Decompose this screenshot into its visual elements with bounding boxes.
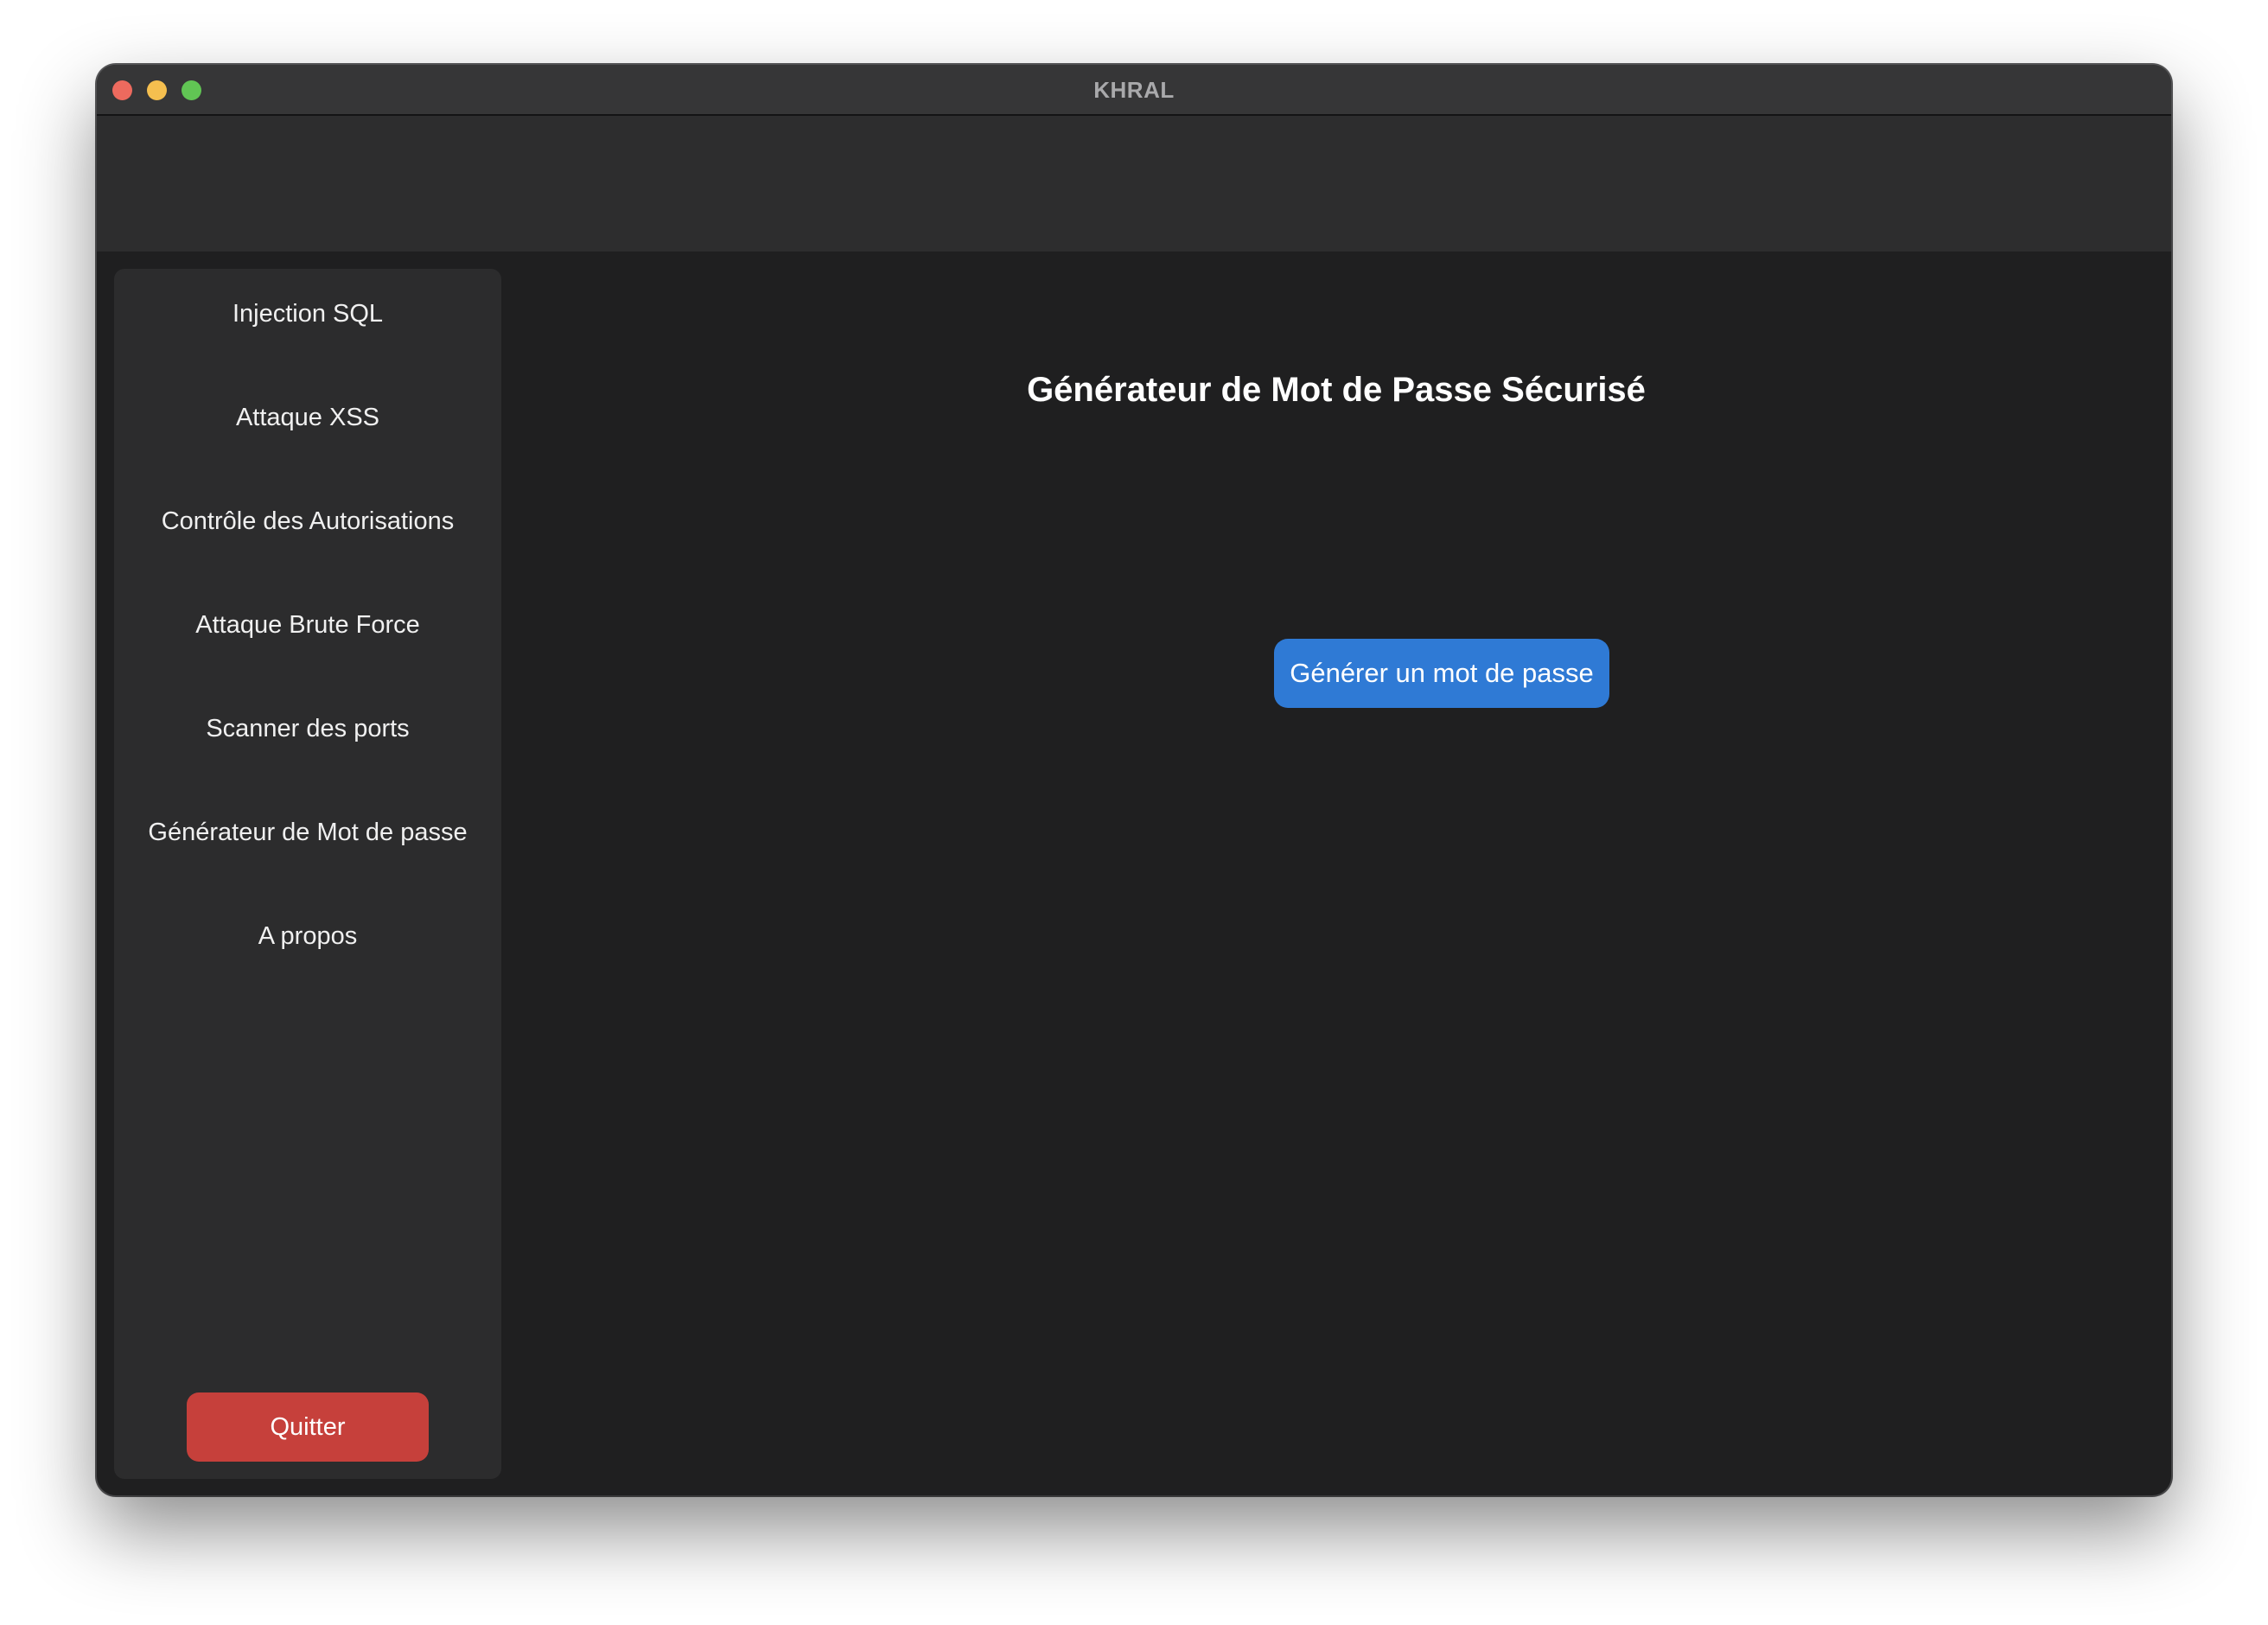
sidebar-item-a-propos[interactable]: A propos	[114, 902, 501, 971]
quit-button[interactable]: Quitter	[187, 1392, 429, 1462]
sidebar-item-attaque-brute-force[interactable]: Attaque Brute Force	[114, 590, 501, 660]
desktop: KHRAL Injection SQL Attaque XSS Contrôle…	[0, 0, 2268, 1625]
sidebar: Injection SQL Attaque XSS Contrôle des A…	[114, 269, 501, 1479]
sidebar-item-attaque-xss[interactable]: Attaque XSS	[114, 383, 501, 452]
sidebar-item-injection-sql[interactable]: Injection SQL	[114, 279, 501, 348]
generate-password-button[interactable]: Générer un mot de passe	[1274, 639, 1609, 708]
sidebar-item-generateur-mot-de-passe[interactable]: Générateur de Mot de passe	[114, 798, 501, 867]
app-window: KHRAL Injection SQL Attaque XSS Contrôle…	[97, 65, 2171, 1495]
page-title: Générateur de Mot de Passe Sécurisé	[1027, 371, 1646, 409]
title-bar[interactable]: KHRAL	[97, 65, 2171, 116]
sidebar-item-scanner-ports[interactable]: Scanner des ports	[114, 694, 501, 763]
main-content: Générateur de Mot de Passe Sécurisé Géné…	[501, 252, 2171, 1495]
window-title: KHRAL	[1093, 77, 1175, 103]
header-band	[97, 116, 2171, 252]
sidebar-item-controle-autorisations[interactable]: Contrôle des Autorisations	[114, 487, 501, 556]
